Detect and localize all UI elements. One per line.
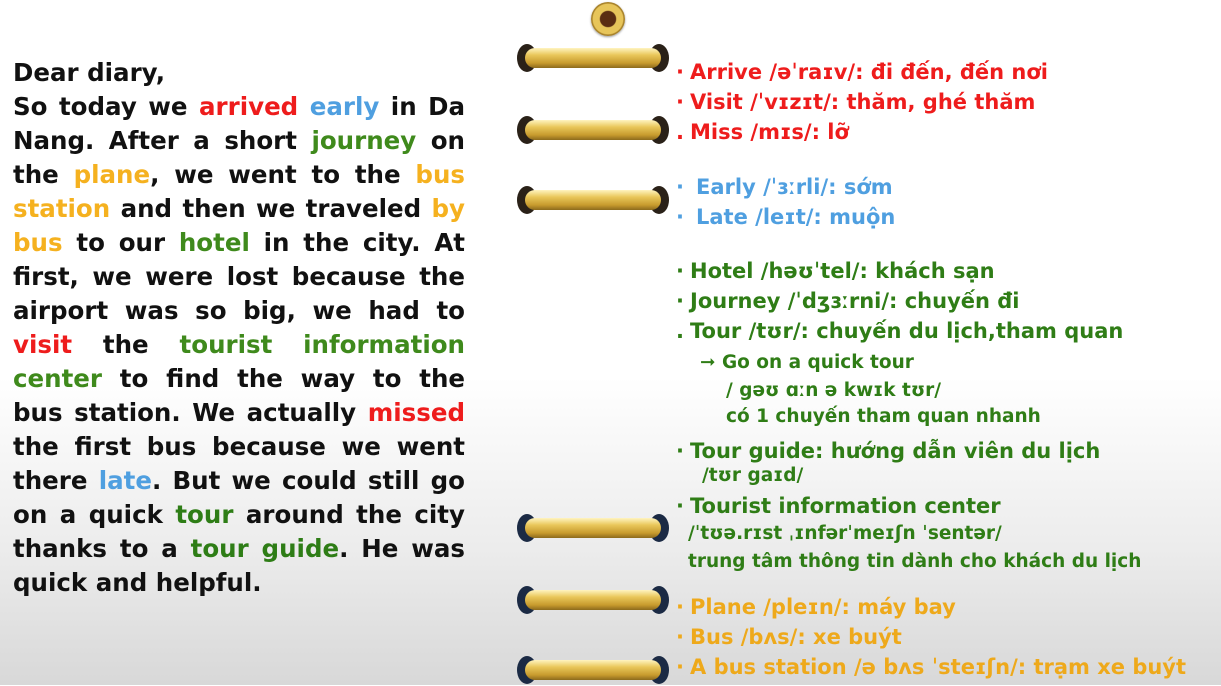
vocab-tour-guide: · Tour guide: hướng dẫn viên du lịch [676,439,1101,463]
diary-keyword: arrived [199,92,299,121]
diary-text [298,92,309,121]
diary-keyword: tour [175,500,234,529]
vocab-visit: · Visit /ˈvɪzɪt/: thăm, ghé thăm [676,90,1036,114]
vocab-bus: · Bus /bʌs/: xe buýt [676,625,902,649]
vocab-tour-guide-ipa: /tʊr gaɪd/ [702,465,804,486]
diary-keyword: plane [73,160,151,189]
diary-keyword: tour guide [190,534,340,563]
notebook-binding [517,0,677,685]
gold-ring-icon [517,40,669,74]
vocab-miss: . Miss /mɪs/: lỡ [676,120,849,144]
diary-greeting: Dear diary, [13,58,166,87]
gold-ring-icon [517,582,669,616]
diary-text: the [72,330,180,359]
vocab-journey: · Journey /ˈdʒɜːrni/: chuyến đi [676,289,1020,313]
vocab-plane: · Plane /pleɪn/: máy bay [676,595,956,619]
diary-keyword: hotel [178,228,250,257]
gold-ring-icon [517,182,669,216]
gold-ring-icon [517,510,669,544]
vocab-late: · Late /leɪt/: muộn [676,205,896,229]
vocab-tourist-info-center-ipa: /ˈtʊə.rɪst ˌɪnfərˈmeɪʃn ˈsentər/ [688,523,1002,544]
vocab-tour-example: ➞ Go on a quick tour [700,352,914,373]
diary-text: , we went to the [150,160,416,189]
arrow-right-icon: ➞ [700,352,716,373]
vocab-bus-station: · A bus station /ə bʌs ˈsteɪʃn/: trạm xe … [676,655,1187,679]
vocab-hotel: · Hotel /həʊˈtel/: khách sạn [676,259,995,283]
vocab-tourist-info-center-meaning: trung tâm thông tin dành cho khách du lị… [688,551,1142,572]
vocabulary-list: · Arrive /əˈraɪv/: đi đến, đến nơi · Visit… [676,0,1221,685]
binder-hole-icon [591,2,625,36]
vocab-early: · Early /ˈɜːrli/: sớm [676,175,893,199]
diary-paragraph: So today we arrived early in Da Nang. Af… [13,90,465,600]
diary-keyword: late [98,466,152,495]
diary-keyword: journey [311,126,417,155]
vocab-tour-example-ipa: / gəʊ ɑːn ə kwɪk tʊr/ [726,380,942,401]
vocab-tour-example-meaning: có 1 chuyến tham quan nhanh [726,406,1041,427]
diary-keyword: visit [13,330,73,359]
diary-keyword: early [309,92,380,121]
vocab-tourist-info-center: · Tourist information center [676,494,1001,518]
diary-text: to our [62,228,179,257]
gold-ring-icon [517,112,669,146]
vocab-arrive: · Arrive /əˈraɪv/: đi đến, đến nơi [676,60,1048,84]
vocab-tour: . Tour /tʊr/: chuyến du lịch,tham quan [676,319,1124,343]
diary-text: So today we [13,92,199,121]
diary-entry: Dear diary, So today we arrived early in… [13,56,465,600]
diary-keyword: missed [367,398,465,427]
gold-ring-icon [517,652,669,686]
diary-text: and then we traveled [110,194,432,223]
